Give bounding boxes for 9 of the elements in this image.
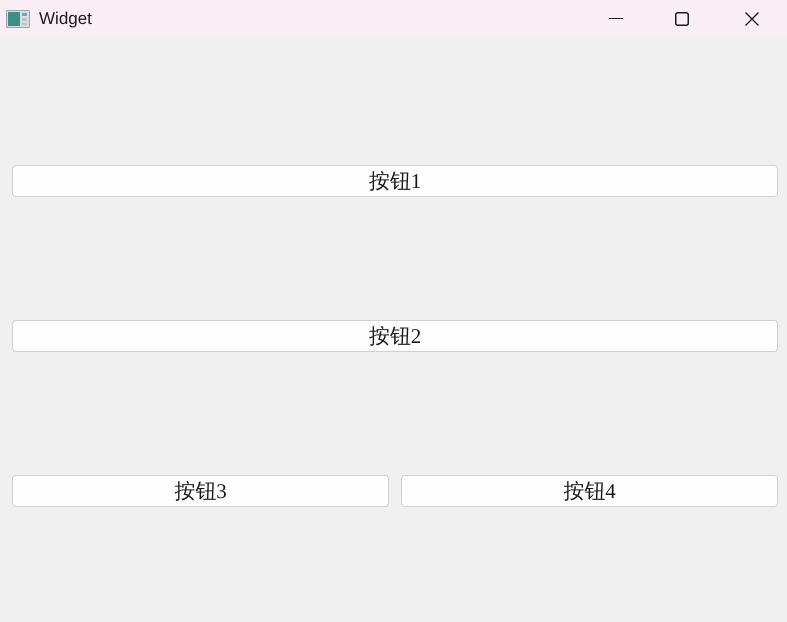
push-button[interactable]: 按钮1	[12, 165, 778, 197]
close-icon	[745, 12, 759, 26]
maximize-icon	[675, 12, 689, 26]
app-window-icon	[6, 10, 30, 28]
minimize-icon	[609, 18, 623, 19]
push-button[interactable]: 按钮2	[12, 320, 778, 352]
window-title: Widget	[39, 8, 92, 28]
push-button[interactable]: 按钮4	[401, 475, 778, 507]
push-button[interactable]: 按钮3	[12, 475, 389, 507]
